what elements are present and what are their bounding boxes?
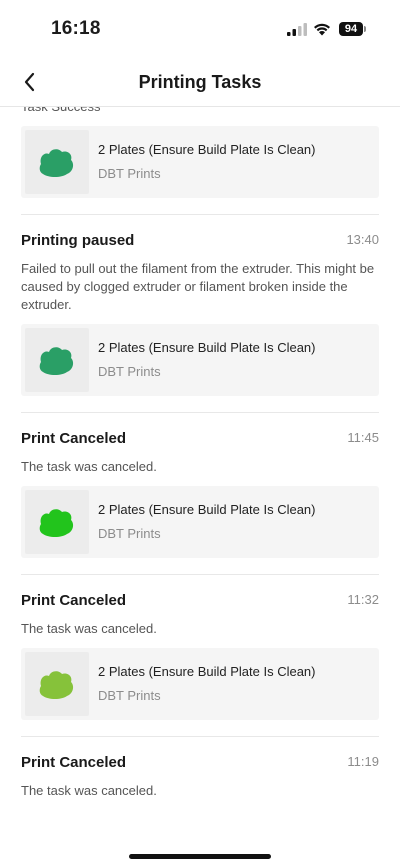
wifi-icon bbox=[314, 23, 330, 36]
model-shape-icon bbox=[39, 509, 74, 537]
print-card[interactable]: 2 Plates (Ensure Build Plate Is Clean) D… bbox=[21, 324, 379, 396]
status-time: 16:18 bbox=[51, 18, 101, 39]
battery-level: 94 bbox=[339, 22, 363, 36]
model-thumbnail bbox=[25, 328, 89, 392]
task-message: The task was canceled. bbox=[21, 783, 157, 798]
print-name: 2 Plates (Ensure Build Plate Is Clean) bbox=[98, 502, 316, 517]
task-item[interactable]: Print Canceled 11:45 The task was cancel… bbox=[21, 413, 379, 575]
task-title: Print Canceled bbox=[21, 430, 127, 447]
task-message: Failed to pull out the filament from the… bbox=[21, 261, 375, 312]
task-message: The task was canceled. bbox=[21, 621, 157, 636]
task-list: Task Success 2 Plates (Ensure Build Plat… bbox=[0, 107, 400, 816]
task-header: Print Canceled 11:19 bbox=[21, 753, 379, 775]
print-author: DBT Prints bbox=[98, 166, 161, 181]
task-time: 11:19 bbox=[347, 754, 379, 769]
home-indicator[interactable] bbox=[129, 854, 271, 859]
task-list-scroll[interactable]: Task Success 2 Plates (Ensure Build Plat… bbox=[0, 107, 400, 847]
battery-icon: 94 bbox=[339, 22, 367, 36]
task-message: The task was canceled. bbox=[21, 459, 157, 474]
task-item[interactable]: Printing paused 13:40 Failed to pull out… bbox=[21, 215, 379, 413]
model-shape-icon bbox=[39, 149, 74, 177]
nav-bar: Printing Tasks bbox=[0, 56, 400, 107]
model-thumbnail bbox=[25, 490, 89, 554]
task-header: Print Canceled 11:32 bbox=[21, 591, 379, 613]
task-item[interactable]: Print Canceled 11:19 The task was cancel… bbox=[21, 737, 379, 816]
print-name: 2 Plates (Ensure Build Plate Is Clean) bbox=[98, 142, 316, 157]
print-name: 2 Plates (Ensure Build Plate Is Clean) bbox=[98, 664, 316, 679]
task-header: Print Canceled 11:45 bbox=[21, 429, 379, 451]
print-card[interactable]: 2 Plates (Ensure Build Plate Is Clean) D… bbox=[21, 486, 379, 558]
status-bar: 16:18 94 bbox=[0, 0, 400, 56]
print-author: DBT Prints bbox=[98, 526, 161, 541]
task-title: Print Canceled bbox=[21, 592, 127, 609]
model-shape-icon bbox=[39, 347, 74, 375]
task-item[interactable]: Print Canceled 11:32 The task was cancel… bbox=[21, 575, 379, 737]
print-author: DBT Prints bbox=[98, 364, 161, 379]
model-thumbnail bbox=[25, 652, 89, 716]
task-time: 11:45 bbox=[347, 430, 379, 445]
cellular-signal-icon bbox=[287, 23, 307, 36]
task-title: Print Canceled bbox=[21, 754, 127, 771]
print-author: DBT Prints bbox=[98, 688, 161, 703]
task-time: 13:40 bbox=[346, 232, 379, 247]
battery-cap bbox=[364, 26, 366, 32]
print-name: 2 Plates (Ensure Build Plate Is Clean) bbox=[98, 340, 316, 355]
page-title: Printing Tasks bbox=[138, 72, 262, 92]
task-title: Printing paused bbox=[21, 232, 135, 249]
print-card[interactable]: 2 Plates (Ensure Build Plate Is Clean) D… bbox=[21, 126, 379, 198]
print-card[interactable]: 2 Plates (Ensure Build Plate Is Clean) D… bbox=[21, 648, 379, 720]
task-header: Printing paused 13:40 bbox=[21, 231, 379, 253]
task-title: Task Success bbox=[21, 107, 379, 116]
task-item[interactable]: Task Success 2 Plates (Ensure Build Plat… bbox=[21, 107, 379, 215]
model-shape-icon bbox=[39, 671, 74, 699]
model-thumbnail bbox=[25, 130, 89, 194]
task-time: 11:32 bbox=[347, 592, 379, 607]
